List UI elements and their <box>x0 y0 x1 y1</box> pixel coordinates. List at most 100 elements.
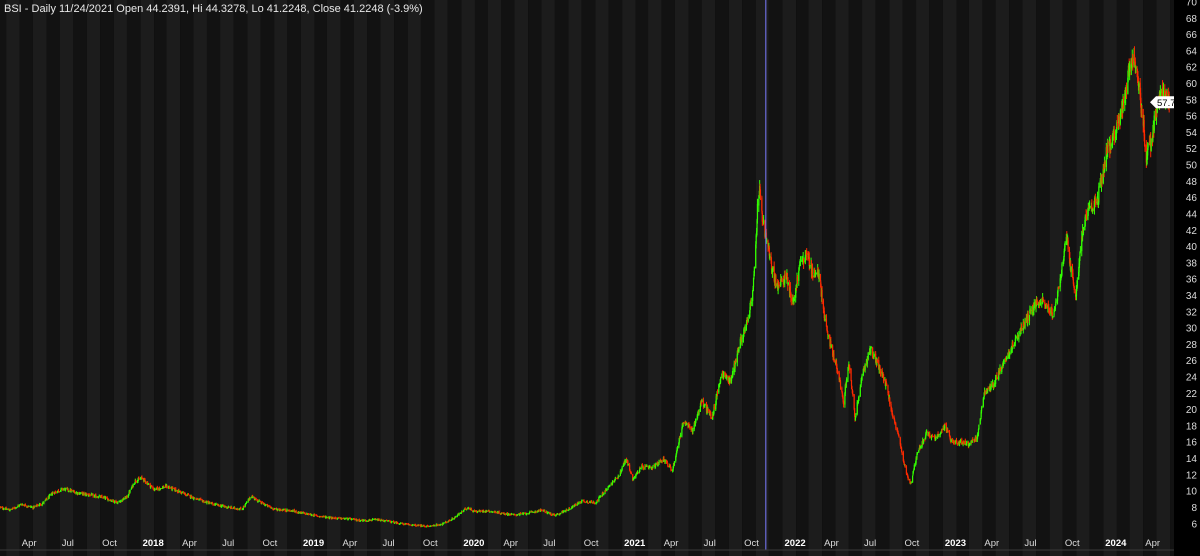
candle-body <box>421 524 423 526</box>
candle-body <box>1135 66 1137 69</box>
candle-body <box>372 518 374 520</box>
candle-body <box>1132 58 1134 66</box>
candle-body <box>818 272 820 278</box>
x-tick-label: 2021 <box>624 538 646 549</box>
candle-body <box>935 436 937 441</box>
candle-body <box>621 467 623 470</box>
candle-body <box>184 493 187 496</box>
candle-body <box>796 276 799 282</box>
candle-body <box>1129 64 1131 72</box>
candle-body <box>752 290 754 302</box>
candle-body <box>43 501 45 504</box>
candle-body <box>341 518 343 520</box>
candle-body <box>784 273 786 276</box>
month-band <box>889 0 903 556</box>
candle-body <box>203 500 205 503</box>
candle-body <box>581 500 583 502</box>
candle-body <box>310 515 313 517</box>
x-tick-label: Oct <box>263 538 278 549</box>
month-band <box>206 0 221 556</box>
candle-body <box>947 431 949 433</box>
candle-body <box>92 494 94 497</box>
price-chart[interactable]: 6 8 10 12 14 16 18 20 22 24 26 28 30 32 34 36 38 40 42 44 46… <box>0 0 1200 556</box>
candle-body <box>713 406 716 409</box>
candle-body <box>384 520 386 522</box>
candle-body <box>77 492 79 494</box>
candle-body <box>114 501 116 503</box>
candle-body <box>298 512 300 514</box>
candle-body <box>21 504 24 506</box>
x-tick-label: 2022 <box>785 538 806 549</box>
candle-body <box>1150 138 1152 152</box>
candle-body <box>798 266 800 270</box>
candle-body <box>1053 312 1055 316</box>
candle-body <box>972 438 974 440</box>
candle-body <box>249 497 251 500</box>
month-band <box>287 0 301 556</box>
month-band <box>73 0 87 556</box>
candle-body <box>953 441 955 443</box>
candle-body <box>37 505 39 507</box>
month-band <box>661 0 675 556</box>
candle-body <box>295 510 297 513</box>
month-band <box>1170 0 1174 556</box>
month-band <box>1036 0 1050 556</box>
y-tick-label: 10 <box>1186 487 1198 498</box>
candle-body <box>49 494 51 496</box>
candle-body <box>824 318 826 321</box>
candle-body <box>635 474 637 476</box>
candle-body <box>905 466 908 474</box>
candle-body <box>86 493 88 495</box>
candle-body <box>849 367 851 370</box>
candle-body <box>966 442 968 446</box>
y-tick-label: 28 <box>1186 340 1198 351</box>
y-tick-label: 32 <box>1186 307 1198 318</box>
candle-body <box>850 368 852 381</box>
candle-body <box>117 502 119 504</box>
candle-body <box>461 511 463 513</box>
candle-body <box>74 491 76 494</box>
candle-body <box>172 487 174 489</box>
candle-body <box>1159 91 1161 96</box>
candle-body <box>83 492 85 495</box>
candle-body <box>264 504 266 506</box>
x-tick-label: Apr <box>984 538 999 549</box>
candle-body <box>1002 362 1005 365</box>
candle-body <box>261 502 263 504</box>
candle-body <box>234 506 236 509</box>
candle-body <box>304 513 306 515</box>
candle-body <box>853 408 856 416</box>
candle-body <box>603 494 605 496</box>
candle-body <box>575 504 577 506</box>
candle-body <box>160 487 162 489</box>
candle-body <box>1070 267 1072 272</box>
candle-body <box>897 431 899 434</box>
candle-body <box>912 470 915 472</box>
candle-body <box>1082 232 1085 234</box>
chart-canvas[interactable]: 6810121416182022242628303234363840424446… <box>0 0 1200 556</box>
candle-body <box>381 519 383 521</box>
candle-body <box>1009 353 1011 356</box>
x-tick-label: Jul <box>543 538 555 549</box>
month-band <box>942 0 957 556</box>
month-band <box>541 0 555 556</box>
candle-body <box>227 506 230 508</box>
candle-body <box>157 488 159 490</box>
candle-body <box>307 513 310 515</box>
candle-body <box>89 494 91 496</box>
candle-body <box>959 439 962 443</box>
candle-body <box>1147 143 1149 148</box>
candle-body <box>1054 306 1056 310</box>
candle-body <box>34 506 36 508</box>
candle-body <box>1028 314 1031 321</box>
candle-body <box>347 518 350 520</box>
candle-body <box>350 518 353 520</box>
candle-body <box>18 504 20 507</box>
candle-body <box>449 520 451 522</box>
candle-body <box>827 335 829 337</box>
candle-body <box>209 502 211 504</box>
x-tick-label: Apr <box>664 538 679 549</box>
candle-body <box>470 508 473 511</box>
candle-body <box>424 526 426 528</box>
month-band <box>46 0 60 556</box>
